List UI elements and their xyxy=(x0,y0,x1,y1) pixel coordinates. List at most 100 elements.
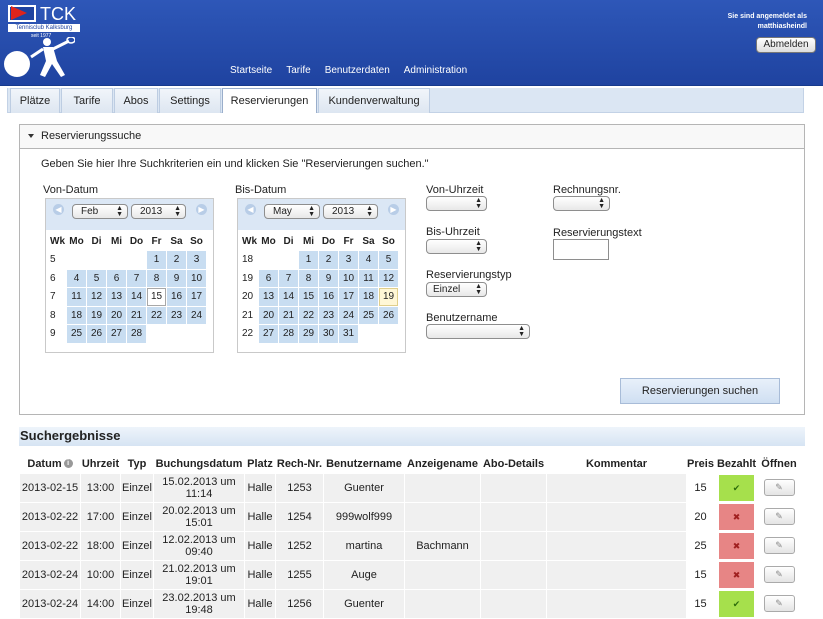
prev-month-icon[interactable]: ◀ xyxy=(245,204,256,215)
column-header[interactable]: Datum i xyxy=(20,455,81,473)
table-row[interactable]: 2013-02-22 18:00 Einzel 12.02.2013 um 09:40 H… xyxy=(19,530,800,561)
search-button[interactable]: Reservierungen suchen xyxy=(620,378,780,404)
calendar-day[interactable]: 14 xyxy=(279,288,298,306)
next-month-icon[interactable]: ▶ xyxy=(388,204,399,215)
open-edit-button[interactable]: ✎ xyxy=(763,508,795,525)
calendar-day[interactable]: 25 xyxy=(359,306,378,324)
calendar-day[interactable]: 4 xyxy=(359,251,378,269)
calendar-day[interactable]: 27 xyxy=(259,325,278,343)
nav-startseite[interactable]: Startseite xyxy=(230,65,272,76)
type-select[interactable]: Einzel ▲ ▼ xyxy=(426,282,487,297)
calendar-day[interactable]: 1 xyxy=(147,251,166,269)
info-icon[interactable]: i xyxy=(63,459,73,469)
calendar-day[interactable]: 17 xyxy=(187,288,206,306)
calendar-day[interactable]: 30 xyxy=(319,325,338,343)
unpaid-cross-icon[interactable]: ✖ xyxy=(719,532,754,559)
calendar-day[interactable]: 10 xyxy=(339,269,358,287)
calendar-day[interactable]: 12 xyxy=(379,269,398,287)
from-month-select[interactable]: Feb ▲ ▼ xyxy=(72,204,128,219)
calendar-day[interactable]: 24 xyxy=(187,306,206,324)
calendar-day[interactable]: 23 xyxy=(167,306,186,324)
from-time-select[interactable]: ▲ ▼ xyxy=(426,196,487,211)
calendar-day[interactable]: 3 xyxy=(339,251,358,269)
calendar-day[interactable]: 19 xyxy=(379,288,398,306)
calendar-day[interactable]: 31 xyxy=(339,325,358,343)
unpaid-cross-icon[interactable]: ✖ xyxy=(719,503,754,530)
calendar-day[interactable]: 6 xyxy=(107,269,126,287)
calendar-day[interactable]: 5 xyxy=(87,269,106,287)
calendar-day[interactable]: 15 xyxy=(147,288,166,306)
to-time-select[interactable]: ▲ ▼ xyxy=(426,239,487,254)
calendar-day[interactable]: 26 xyxy=(379,306,398,324)
table-row[interactable]: 2013-02-24 14:00 Einzel 23.02.2013 um 19:48 H… xyxy=(19,588,800,619)
calendar-day[interactable]: 1 xyxy=(299,251,318,269)
calendar-day[interactable]: 9 xyxy=(167,269,186,287)
tab-abos[interactable]: Abos xyxy=(114,88,158,113)
open-edit-button[interactable]: ✎ xyxy=(763,479,795,496)
calendar-day[interactable]: 15 xyxy=(299,288,318,306)
calendar-day[interactable]: 28 xyxy=(127,325,146,343)
calendar-day[interactable]: 7 xyxy=(127,269,146,287)
calendar-day[interactable]: 5 xyxy=(379,251,398,269)
calendar-day[interactable]: 20 xyxy=(107,306,126,324)
tab-reservierungen[interactable]: Reservierungen xyxy=(222,88,317,115)
next-month-icon[interactable]: ▶ xyxy=(196,204,207,215)
column-header[interactable]: Buchungsdatum xyxy=(154,455,245,473)
calendar-day[interactable]: 12 xyxy=(87,288,106,306)
calendar-day[interactable]: 18 xyxy=(359,288,378,306)
calendar-day[interactable]: 27 xyxy=(107,325,126,343)
reservation-text-input[interactable] xyxy=(553,239,609,260)
calendar-day[interactable]: 28 xyxy=(279,325,298,343)
calendar-day[interactable]: 14 xyxy=(127,288,146,306)
invoice-select[interactable]: ▲ ▼ xyxy=(553,196,610,211)
calendar-day[interactable]: 11 xyxy=(67,288,86,306)
table-row[interactable]: 2013-02-15 13:00 Einzel 15.02.2013 um 11:14 H… xyxy=(19,472,800,503)
tab-settings[interactable]: Settings xyxy=(159,88,221,113)
unpaid-cross-icon[interactable]: ✖ xyxy=(719,561,754,588)
calendar-day[interactable]: 8 xyxy=(147,269,166,287)
calendar-day[interactable]: 29 xyxy=(299,325,318,343)
search-panel-header[interactable]: Reservierungssuche xyxy=(20,125,804,149)
tab-kundenverwaltung[interactable]: Kundenverwaltung xyxy=(318,88,430,113)
paid-check-icon[interactable]: ✔ xyxy=(719,590,754,617)
username-select[interactable]: ▲ ▼ xyxy=(426,324,530,339)
calendar-day[interactable]: 16 xyxy=(167,288,186,306)
open-edit-button[interactable]: ✎ xyxy=(763,566,795,583)
calendar-day[interactable]: 13 xyxy=(107,288,126,306)
calendar-day[interactable]: 4 xyxy=(67,269,86,287)
tab-tarife[interactable]: Tarife xyxy=(61,88,113,113)
calendar-day[interactable]: 6 xyxy=(259,269,278,287)
column-header[interactable]: Rech-Nr. xyxy=(276,455,324,473)
calendar-day[interactable]: 8 xyxy=(299,269,318,287)
table-row[interactable]: 2013-02-22 17:00 Einzel 20.02.2013 um 15:01 H… xyxy=(19,501,800,532)
column-header[interactable]: Uhrzeit xyxy=(81,455,121,473)
nav-tarife[interactable]: Tarife xyxy=(286,65,310,76)
calendar-day[interactable]: 13 xyxy=(259,288,278,306)
calendar-day[interactable]: 21 xyxy=(127,306,146,324)
calendar-day[interactable]: 7 xyxy=(279,269,298,287)
column-header[interactable]: Platz xyxy=(245,455,276,473)
calendar-day[interactable]: 22 xyxy=(299,306,318,324)
calendar-day[interactable]: 2 xyxy=(167,251,186,269)
calendar-day[interactable]: 21 xyxy=(279,306,298,324)
from-year-select[interactable]: 2013 ▲ ▼ xyxy=(131,204,186,219)
nav-benutzerdaten[interactable]: Benutzerdaten xyxy=(325,65,390,76)
column-header[interactable]: Typ xyxy=(121,455,154,473)
calendar-day[interactable]: 20 xyxy=(259,306,278,324)
tab-plaetze[interactable]: Plätze xyxy=(10,88,60,113)
calendar-day[interactable]: 24 xyxy=(339,306,358,324)
column-header[interactable]: Anzeigename xyxy=(405,455,481,473)
paid-check-icon[interactable]: ✔ xyxy=(719,474,754,501)
calendar-day[interactable]: 19 xyxy=(87,306,106,324)
open-edit-button[interactable]: ✎ xyxy=(763,595,795,612)
calendar-day[interactable]: 9 xyxy=(319,269,338,287)
club-logo[interactable]: TCK Tennisclub Kalksburg seit 1977 xyxy=(3,3,80,81)
column-header[interactable]: Bezahlt xyxy=(715,455,759,473)
column-header[interactable]: Preis xyxy=(687,455,715,473)
logout-button[interactable]: Abmelden xyxy=(756,37,816,53)
open-edit-button[interactable]: ✎ xyxy=(763,537,795,554)
calendar-day[interactable]: 22 xyxy=(147,306,166,324)
calendar-day[interactable]: 11 xyxy=(359,269,378,287)
calendar-day[interactable]: 26 xyxy=(87,325,106,343)
column-header[interactable]: Abo-Details xyxy=(481,455,547,473)
